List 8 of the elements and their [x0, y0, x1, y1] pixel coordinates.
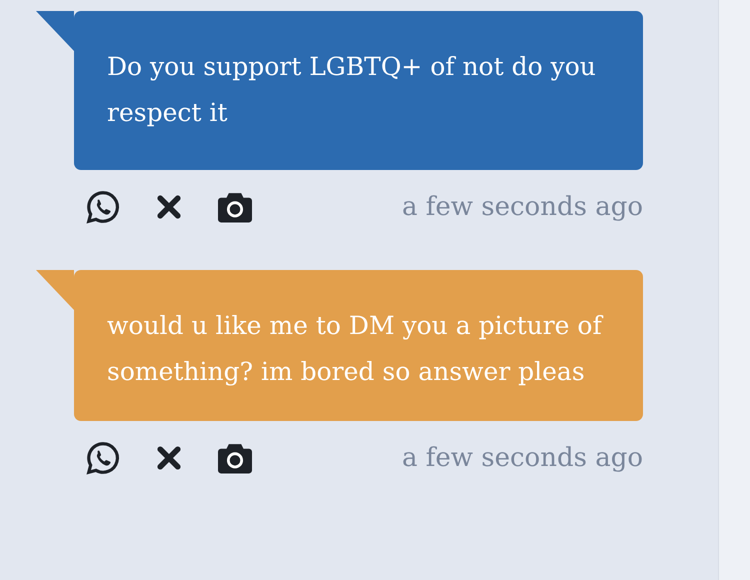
chat-phone-icon[interactable] — [84, 188, 122, 226]
message-bubble: would u like me to DM you a picture of something? im bored so answer pleas — [74, 270, 643, 421]
chat-phone-icon[interactable] — [84, 439, 122, 477]
camera-icon[interactable] — [216, 190, 254, 224]
message-bubble: Do you support LGBTQ+ of not do you respect it — [74, 11, 643, 170]
timestamp: a few seconds ago — [402, 443, 643, 473]
timestamp: a few seconds ago — [402, 192, 643, 222]
camera-icon[interactable] — [216, 441, 254, 475]
